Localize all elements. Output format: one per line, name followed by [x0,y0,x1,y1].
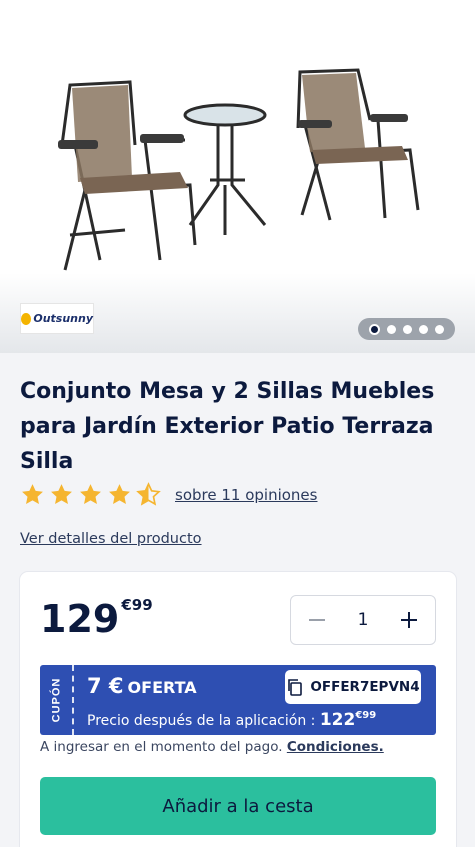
product-image [58,68,420,271]
gallery-dot-3[interactable] [403,324,412,334]
plus-icon [400,612,417,628]
price-after-decimal: €99 [355,710,377,721]
gallery-dot-4[interactable] [419,324,428,334]
coupon-banner: CUPÓN 7 € OFERTA OFFER7EPVN4 Precio despu… [40,665,436,735]
copy-coupon-code-button[interactable]: OFFER7EPVN4 [285,670,421,704]
product-title: Conjunto Mesa y 2 Sillas Muebles para Ja… [20,379,435,474]
coupon-offer: 7 € OFERTA [87,674,197,698]
minus-icon [309,619,325,621]
add-to-cart-button[interactable]: Añadir a la cesta [40,777,436,835]
decrease-quantity-button[interactable] [299,602,335,638]
increase-quantity-button[interactable] [391,602,427,638]
price-decimal: €99 [121,596,153,614]
price-after-label: Precio después de la aplicación : [87,713,316,729]
conditions-link[interactable]: Condiciones. [287,739,384,755]
price-integer: 129 [40,597,120,641]
brand-name: Outsunny [33,312,93,325]
payment-note: A ingresar en el momento del pago. Condi… [40,739,384,755]
quantity-stepper: 1 [290,595,436,645]
rating: sobre 11 opiniones [20,482,317,507]
star-icon [22,484,43,504]
star-half-icon [136,482,161,506]
gallery-dot-2[interactable] [387,324,396,334]
payment-note-text: A ingresar en el momento del pago. [40,739,283,755]
price-after-coupon: Precio después de la aplicación : 122€99 [87,710,376,730]
reviews-link[interactable]: sobre 11 opiniones [175,486,317,504]
gallery-dot-1[interactable] [369,323,380,335]
star-icon [80,484,101,504]
coupon-label: OFERTA [127,678,197,697]
coupon-side-text: CUPÓN [50,677,63,723]
copy-icon [288,679,303,696]
sun-icon [21,312,32,325]
star-icon [51,484,72,504]
coupon-code: OFFER7EPVN4 [310,679,420,695]
gallery-pagination[interactable] [358,318,455,340]
purchase-card: 129 €99 1 CUPÓN 7 € OFERTA OFFER7EPVN4 Pr… [20,572,456,847]
coupon-amount: 7 € [87,674,124,698]
price-after-value: 122 [319,710,356,730]
product-gallery[interactable]: Outsunny [0,0,475,353]
star-icon [109,484,130,504]
price: 129 €99 [40,594,153,644]
product-details-link[interactable]: Ver detalles del producto [20,531,202,547]
quantity-value[interactable]: 1 [358,610,369,630]
gallery-dot-5[interactable] [435,324,444,334]
coupon-side-label: CUPÓN [40,665,74,735]
brand-logo: Outsunny [20,303,94,334]
